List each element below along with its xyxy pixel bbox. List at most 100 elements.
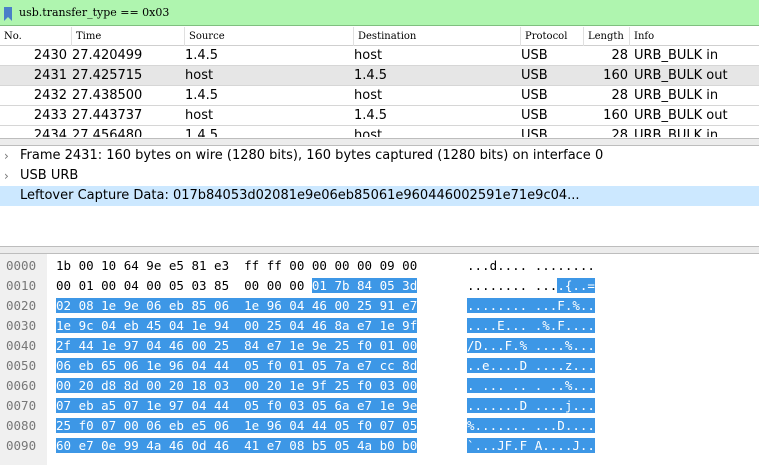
hex-bytes[interactable]: 06 eb 65 06 1e 96 04 44 05 f0 01 05 7a e…	[56, 356, 418, 376]
hex-offset: 0020	[6, 298, 37, 313]
column-header-length[interactable]: Length	[584, 27, 630, 46]
packet-length: 28	[611, 88, 628, 103]
hex-ascii[interactable]: .......D ....j...	[467, 396, 595, 416]
detail-label: Leftover Capture Data: 017b84053d02081e9…	[20, 188, 580, 203]
hex-bytes-plain: 1b 00 10 64 9e e5 81 e3 ff ff 00 00 00 0…	[56, 258, 418, 273]
hex-ascii[interactable]: . ... .. . ..%...	[467, 376, 595, 396]
hex-ascii-selected: %....... ...D....	[467, 418, 595, 433]
hex-row: 0090 60 e7 0e 99 4a 46 0d 46 41 e7 08 b5 …	[0, 436, 759, 456]
hex-bytes-selected: 60 e7 0e 99 4a 46 0d 46 41 e7 08 b5 05 4…	[56, 438, 418, 453]
hex-ascii[interactable]: `...JF.F A....J..	[467, 436, 595, 456]
hex-bytes[interactable]: 1b 00 10 64 9e e5 81 e3 ff ff 00 00 00 0…	[56, 256, 417, 276]
packet-time: 27.456480	[72, 128, 143, 137]
packet-row[interactable]: 2432 27.438500 1.4.5 host USB 28 URB_BULK in	[0, 86, 759, 106]
display-filter-input[interactable]: usb.transfer_type == 0x03	[19, 6, 169, 19]
hex-bytes[interactable]: 25 f0 07 00 06 eb e5 06 1e 96 04 44 05 f…	[56, 416, 418, 436]
packet-source: host	[185, 108, 214, 123]
packet-source: 1.4.5	[185, 88, 219, 103]
packet-row[interactable]: 2430 27.420499 1.4.5 host USB 28 URB_BULK in	[0, 46, 759, 66]
hex-row: 0080 25 f0 07 00 06 eb e5 06 1e 96 04 44 …	[0, 416, 759, 436]
hex-ascii-selected: ..e....D ....z...	[467, 358, 595, 373]
hex-row: 0040 2f 44 1e 97 04 46 00 25 84 e7 1e 9e …	[0, 336, 759, 356]
packet-destination: 1.4.5	[354, 108, 388, 123]
hex-row: 0070 07 eb a5 07 1e 97 04 44 05 f0 03 05 …	[0, 396, 759, 416]
hex-row: 0010 00 01 00 04 00 05 03 85 00 00 00 01 …	[0, 276, 759, 296]
hex-ascii[interactable]: %....... ...D....	[467, 416, 595, 436]
hex-ascii[interactable]: /D...F.% ....%...	[467, 336, 595, 356]
detail-frame[interactable]: › Frame 2431: 160 bytes on wire (1280 bi…	[0, 146, 759, 166]
hex-ascii[interactable]: ........ ....{..=	[467, 276, 595, 296]
packet-info: URB_BULK in	[634, 48, 719, 63]
packet-time: 27.438500	[72, 88, 143, 103]
hex-offset: 0040	[6, 338, 37, 353]
column-header-destination[interactable]: Destination	[354, 27, 521, 46]
hex-bytes[interactable]: 00 01 00 04 00 05 03 85 00 00 00 01 7b 8…	[56, 276, 418, 296]
column-header-protocol[interactable]: Protocol	[521, 27, 584, 46]
packet-row[interactable]: 2434 27.456480 1.4.5 host USB 28 URB_BULK in	[0, 126, 759, 137]
hex-ascii-selected: ....E... .%.F....	[467, 318, 595, 333]
packet-time: 27.443737	[72, 108, 143, 123]
packet-destination: host	[354, 48, 383, 63]
column-header-time[interactable]: Time	[72, 27, 185, 46]
hex-bytes-selected: 1e 9c 04 eb 45 04 1e 94 00 25 04 46 8a e…	[56, 318, 418, 333]
expand-arrow-icon[interactable]: ›	[4, 166, 9, 186]
hex-offset: 0060	[6, 378, 37, 393]
packet-row[interactable]: 2431 27.425715 host 1.4.5 USB 160 URB_BULK out	[0, 66, 759, 86]
hex-row: 0050 06 eb 65 06 1e 96 04 44 05 f0 01 05 …	[0, 356, 759, 376]
hex-ascii[interactable]: ...d.... ........	[467, 256, 595, 276]
hex-row: 0020 02 08 1e 9e 06 eb 85 06 1e 96 04 46 …	[0, 296, 759, 316]
packet-length: 160	[603, 108, 628, 123]
packet-source: 1.4.5	[185, 48, 219, 63]
hex-bytes-selected: 07 eb a5 07 1e 97 04 44 05 f0 03 05 6a e…	[56, 398, 418, 413]
hex-offset: 0050	[6, 358, 37, 373]
packet-info: URB_BULK in	[634, 88, 719, 103]
hex-offset: 0030	[6, 318, 37, 333]
detail-usb-urb[interactable]: › USB URB	[0, 166, 759, 186]
packet-number: 2430	[33, 48, 67, 63]
hex-ascii-selected: /D...F.% ....%...	[467, 338, 595, 353]
packet-time: 27.425715	[72, 68, 143, 83]
packet-length: 28	[611, 128, 628, 137]
hex-ascii-selected: .......D ....j...	[467, 398, 595, 413]
detail-leftover-capture-data[interactable]: Leftover Capture Data: 017b84053d02081e9…	[0, 186, 759, 206]
hex-bytes-selected: 01 7b 84 05 3d	[311, 278, 418, 293]
hex-ascii-plain: ........ ...	[467, 278, 558, 293]
expand-arrow-icon[interactable]: ›	[4, 146, 9, 166]
column-header-source[interactable]: Source	[185, 27, 354, 46]
packet-destination: host	[354, 88, 383, 103]
packet-info: URB_BULK out	[634, 108, 728, 123]
display-filter-bar[interactable]: usb.transfer_type == 0x03	[0, 0, 759, 26]
hex-bytes[interactable]: 2f 44 1e 97 04 46 00 25 84 e7 1e 9e 25 f…	[56, 336, 418, 356]
pane-splitter[interactable]	[0, 138, 759, 146]
packet-bytes-pane[interactable]: 0000 1b 00 10 64 9e e5 81 e3 ff ff 00 00 …	[0, 254, 759, 465]
hex-bytes[interactable]: 1e 9c 04 eb 45 04 1e 94 00 25 04 46 8a e…	[56, 316, 418, 336]
hex-ascii-selected: .{..=	[557, 278, 595, 293]
hex-bytes-selected: 02 08 1e 9e 06 eb 85 06 1e 96 04 46 00 2…	[56, 298, 418, 313]
hex-bytes-selected: 00 20 d8 8d 00 20 18 03 00 20 1e 9f 25 f…	[56, 378, 418, 393]
pane-splitter[interactable]	[0, 246, 759, 254]
bookmark-icon[interactable]	[3, 6, 13, 25]
hex-ascii[interactable]: ........ ...F.%..	[467, 296, 595, 316]
packet-length: 28	[611, 48, 628, 63]
packet-row[interactable]: 2433 27.443737 host 1.4.5 USB 160 URB_BULK out	[0, 106, 759, 126]
hex-ascii-selected: . ... .. . ..%...	[467, 378, 595, 393]
hex-row: 0000 1b 00 10 64 9e e5 81 e3 ff ff 00 00 …	[0, 256, 759, 276]
packet-info: URB_BULK out	[634, 68, 728, 83]
hex-bytes[interactable]: 00 20 d8 8d 00 20 18 03 00 20 1e 9f 25 f…	[56, 376, 418, 396]
hex-ascii[interactable]: ....E... .%.F....	[467, 316, 595, 336]
hex-offset: 0010	[6, 278, 37, 293]
hex-ascii[interactable]: ..e....D ....z...	[467, 356, 595, 376]
hex-bytes[interactable]: 60 e7 0e 99 4a 46 0d 46 41 e7 08 b5 05 4…	[56, 436, 418, 456]
column-header-info[interactable]: Info	[630, 27, 759, 46]
detail-label: Frame 2431: 160 bytes on wire (1280 bits…	[20, 148, 604, 163]
packet-number: 2431	[33, 68, 67, 83]
hex-bytes[interactable]: 02 08 1e 9e 06 eb 85 06 1e 96 04 46 00 2…	[56, 296, 418, 316]
packet-list: No. Time Source Destination Protocol Len…	[0, 27, 759, 137]
hex-bytes[interactable]: 07 eb a5 07 1e 97 04 44 05 f0 03 05 6a e…	[56, 396, 418, 416]
packet-number: 2432	[33, 88, 67, 103]
packet-source: host	[185, 68, 214, 83]
packet-protocol: USB	[521, 88, 548, 103]
column-header-no[interactable]: No.	[0, 27, 72, 46]
packet-destination: host	[354, 128, 383, 137]
packet-number: 2434	[33, 128, 67, 137]
